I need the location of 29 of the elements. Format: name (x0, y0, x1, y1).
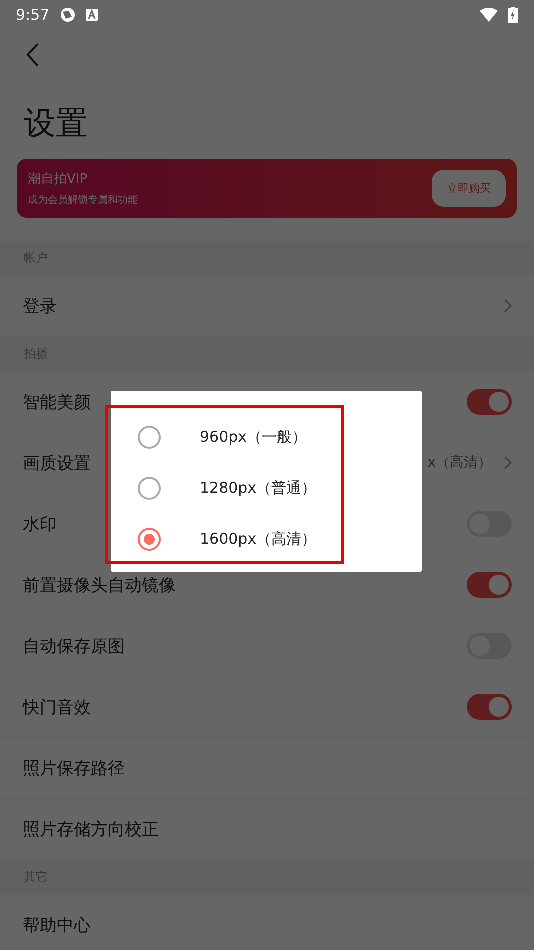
toggle-switch[interactable] (467, 694, 512, 720)
setting-label[interactable]: 照片保存路径 (23, 756, 512, 780)
setting-label[interactable]: 照片存储方向校正 (23, 818, 512, 840)
vip-title: 潮自拍VIP (28, 171, 89, 188)
setting-label[interactable]: 帮助中心 (23, 914, 512, 936)
chevron-right-icon (504, 456, 512, 470)
page-title: 设置 (23, 103, 89, 144)
buy-button[interactable]: 立即购买 (432, 170, 506, 207)
setting-label[interactable]: 登录 (23, 294, 504, 318)
option-label[interactable]: 960px（一般） (200, 428, 308, 447)
wifi-icon (480, 8, 498, 22)
radio-button[interactable] (138, 528, 161, 551)
toggle-switch[interactable] (467, 572, 512, 598)
option-label[interactable]: 1600px（高清） (200, 530, 317, 549)
chevron-right-icon (504, 299, 512, 313)
battery-icon (508, 7, 518, 23)
keyboard-icon (86, 9, 98, 21)
setting-label[interactable]: 前置摄像头自动镜像 (23, 574, 467, 596)
vip-banner[interactable]: 潮自拍VIP 成为会员解锁专属和功能 立即购买 (17, 159, 517, 218)
setting-label[interactable]: 自动保存原图 (23, 634, 467, 658)
setting-label[interactable]: 快门音效 (23, 696, 467, 718)
back-icon[interactable] (26, 43, 40, 67)
vip-subtitle: 成为会员解锁专属和功能 (28, 194, 139, 207)
status-time: 9:57 (16, 6, 50, 24)
radio-button[interactable] (138, 477, 161, 500)
radio-button[interactable] (138, 426, 161, 449)
option-label[interactable]: 1280px（普通） (200, 479, 317, 498)
setting-value: x（高清） (428, 454, 492, 472)
toggle-switch[interactable] (467, 389, 512, 415)
